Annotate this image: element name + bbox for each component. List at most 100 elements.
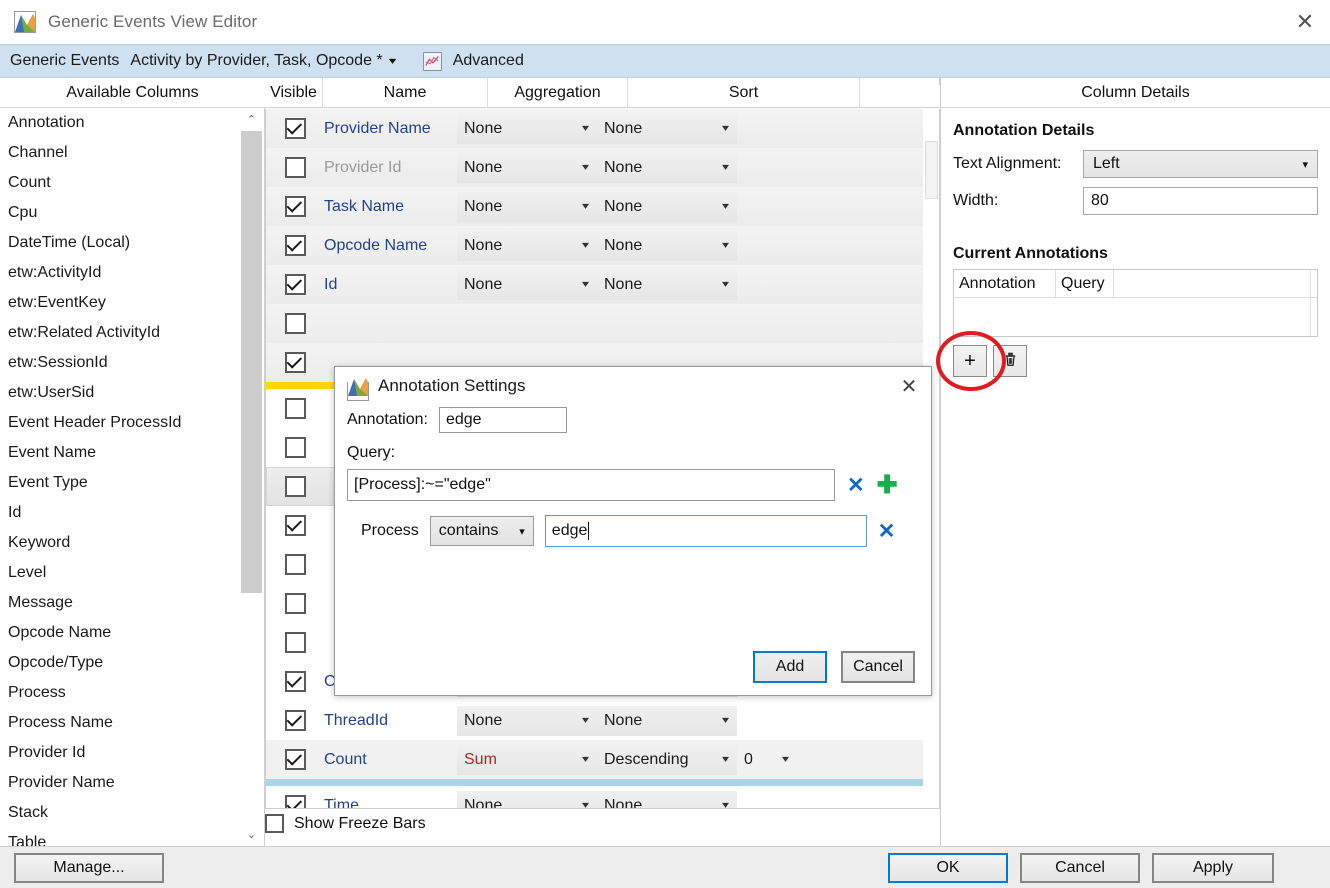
visible-cell[interactable]: [266, 196, 324, 217]
visible-cell[interactable]: [266, 749, 324, 770]
visible-cell[interactable]: [266, 274, 324, 295]
sort-order-select[interactable]: 0▾: [737, 745, 797, 775]
scrollbar-thumb[interactable]: [241, 131, 262, 593]
sort-cell[interactable]: None▾: [597, 231, 737, 261]
sort-cell[interactable]: None▾: [597, 791, 737, 810]
visible-checkbox[interactable]: [285, 795, 306, 809]
sort-cell[interactable]: Descending▾: [597, 745, 737, 775]
visible-checkbox[interactable]: [285, 196, 306, 217]
available-column-item[interactable]: Id: [0, 498, 240, 528]
visible-checkbox[interactable]: [285, 157, 306, 178]
visible-checkbox[interactable]: [285, 515, 306, 536]
column-name-cell[interactable]: Count: [324, 751, 457, 769]
annotation-name-input[interactable]: edge: [439, 407, 567, 433]
aggregation-cell[interactable]: None▾: [457, 706, 597, 736]
visible-cell[interactable]: [266, 593, 324, 614]
visible-cell[interactable]: [266, 671, 324, 692]
column-name-cell[interactable]: ThreadId: [324, 712, 457, 730]
table-row[interactable]: Opcode NameNone▾None▾: [266, 226, 939, 265]
add-condition-icon[interactable]: ✚: [877, 473, 898, 498]
visible-cell[interactable]: [266, 632, 324, 653]
aggregation-cell[interactable]: Sum▾: [457, 745, 597, 775]
aggregation-select[interactable]: Sum▾: [457, 745, 597, 775]
aggregation-select[interactable]: None▾: [457, 192, 597, 222]
grid-scrollbar-thumb[interactable]: [925, 141, 938, 199]
visible-cell[interactable]: [266, 710, 324, 731]
aggregation-select[interactable]: None▾: [457, 153, 597, 183]
available-column-item[interactable]: Event Header ProcessId: [0, 408, 240, 438]
sort-cell[interactable]: None▾: [597, 706, 737, 736]
visible-checkbox[interactable]: [285, 749, 306, 770]
table-row[interactable]: TimeNone▾None▾: [266, 786, 939, 809]
sort-order-cell[interactable]: 0▾: [737, 745, 797, 775]
grid-header-name[interactable]: Name: [323, 78, 488, 108]
available-column-item[interactable]: Event Type: [0, 468, 240, 498]
aggregation-cell[interactable]: None▾: [457, 270, 597, 300]
aggregation-cell[interactable]: None▾: [457, 231, 597, 261]
sort-select[interactable]: None▾: [597, 114, 737, 144]
width-input[interactable]: 80: [1083, 187, 1318, 215]
aggregation-select[interactable]: None▾: [457, 231, 597, 261]
scroll-down-icon[interactable]: ⌄: [239, 823, 264, 846]
visible-checkbox[interactable]: [285, 118, 306, 139]
dialog-add-button[interactable]: Add: [753, 651, 827, 683]
available-column-item[interactable]: Count: [0, 168, 240, 198]
show-freeze-bars-row[interactable]: Show Freeze Bars: [265, 814, 426, 833]
window-close-button[interactable]: ✕: [1280, 0, 1330, 44]
table-row[interactable]: IdNone▾None▾: [266, 265, 939, 304]
cancel-button[interactable]: Cancel: [1020, 853, 1140, 883]
visible-checkbox[interactable]: [285, 313, 306, 334]
text-alignment-select[interactable]: Left ▾: [1083, 150, 1318, 178]
table-row[interactable]: ThreadIdNone▾None▾: [266, 701, 939, 740]
sort-cell[interactable]: None▾: [597, 270, 737, 300]
available-column-item[interactable]: Stack: [0, 798, 240, 828]
visible-cell[interactable]: [266, 235, 324, 256]
available-column-item[interactable]: Provider Name: [0, 768, 240, 798]
visible-cell[interactable]: [266, 352, 324, 373]
preset-dropdown[interactable]: Activity by Provider, Task, Opcode * ▾: [130, 52, 394, 70]
available-column-item[interactable]: Process: [0, 678, 240, 708]
available-column-item[interactable]: Event Name: [0, 438, 240, 468]
aggregation-cell[interactable]: None▾: [457, 114, 597, 144]
available-columns-list[interactable]: AnnotationChannelCountCpuDateTime (Local…: [0, 108, 265, 846]
visible-checkbox[interactable]: [285, 398, 306, 419]
visible-cell[interactable]: [266, 398, 324, 419]
dialog-close-button[interactable]: ✕: [887, 367, 931, 405]
aggregation-select[interactable]: None▾: [457, 270, 597, 300]
visible-checkbox[interactable]: [285, 632, 306, 653]
visible-checkbox[interactable]: [285, 352, 306, 373]
available-column-item[interactable]: Cpu: [0, 198, 240, 228]
aggregation-cell[interactable]: None▾: [457, 791, 597, 810]
table-row[interactable]: CountSum▾Descending▾0▾: [266, 740, 939, 779]
aggregation-select[interactable]: None▾: [457, 706, 597, 736]
aggregation-cell[interactable]: None▾: [457, 192, 597, 222]
available-column-item[interactable]: Level: [0, 558, 240, 588]
sort-cell[interactable]: None▾: [597, 153, 737, 183]
sort-select[interactable]: None▾: [597, 192, 737, 222]
aggregation-select[interactable]: None▾: [457, 791, 597, 810]
table-row[interactable]: Provider IdNone▾None▾: [266, 148, 939, 187]
sort-cell[interactable]: None▾: [597, 114, 737, 144]
visible-checkbox[interactable]: [285, 274, 306, 295]
available-column-item[interactable]: etw:UserSid: [0, 378, 240, 408]
column-name-cell[interactable]: Task Name: [324, 198, 457, 216]
visible-cell[interactable]: [266, 437, 324, 458]
sort-select[interactable]: None▾: [597, 231, 737, 261]
table-row[interactable]: Provider NameNone▾None▾: [266, 109, 939, 148]
table-row[interactable]: Task NameNone▾None▾: [266, 187, 939, 226]
available-column-item[interactable]: Opcode Name: [0, 618, 240, 648]
visible-cell[interactable]: [266, 118, 324, 139]
visible-checkbox[interactable]: [285, 593, 306, 614]
available-column-item[interactable]: Message: [0, 588, 240, 618]
remove-condition-icon[interactable]: ✕: [878, 521, 896, 542]
advanced-button[interactable]: Advanced: [423, 52, 524, 71]
sort-select[interactable]: None▾: [597, 270, 737, 300]
sort-select[interactable]: Descending▾: [597, 745, 737, 775]
aggregation-cell[interactable]: None▾: [457, 153, 597, 183]
annotations-col-query[interactable]: Query: [1056, 270, 1114, 297]
grid-header-aggregation[interactable]: Aggregation: [488, 78, 628, 108]
available-column-item[interactable]: Annotation: [0, 108, 240, 138]
sort-cell[interactable]: None▾: [597, 192, 737, 222]
sort-select[interactable]: None▾: [597, 706, 737, 736]
annotations-col-annotation[interactable]: Annotation: [954, 270, 1056, 297]
